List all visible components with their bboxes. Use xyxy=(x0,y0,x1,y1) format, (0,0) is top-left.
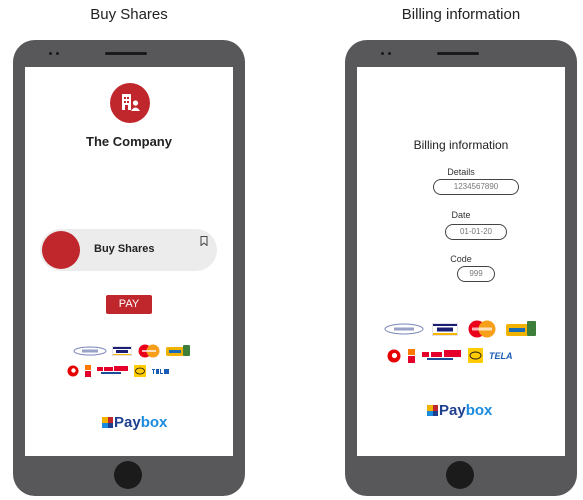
buy-shares-card[interactable]: Buy Shares xyxy=(40,229,217,271)
payment-logos-row-1 xyxy=(73,344,190,358)
visa-logo xyxy=(112,346,132,356)
details-label: Details xyxy=(447,167,475,177)
speaker-slot xyxy=(105,52,147,55)
date-label: Date xyxy=(451,210,471,220)
date-field[interactable]: 01-01-20 xyxy=(445,224,507,240)
orange-logo xyxy=(85,365,91,377)
mtn-logo xyxy=(134,365,146,377)
code-label: Code xyxy=(450,254,472,264)
bookmark-icon[interactable] xyxy=(200,236,208,246)
tela-logo xyxy=(152,369,169,374)
airtel-money-logo xyxy=(384,323,424,335)
paybox-box-text: box xyxy=(140,414,168,431)
buy-shares-avatar xyxy=(42,231,80,269)
airtel-money-logo xyxy=(73,346,107,356)
company-logo xyxy=(110,83,150,123)
camera-dots xyxy=(49,52,59,55)
details-field[interactable]: 1234567890 xyxy=(433,179,519,195)
caption-buy-shares: Buy Shares xyxy=(90,6,168,23)
visa-logo xyxy=(432,322,458,336)
moov-money-logo xyxy=(166,345,190,356)
home-button[interactable] xyxy=(114,461,142,489)
orange-logo xyxy=(408,348,415,363)
payment-logos-row-1 xyxy=(384,320,536,338)
speaker-slot xyxy=(437,52,479,55)
paybox-logo: Pay box xyxy=(102,414,167,431)
payment-logos-row-2: TELA xyxy=(387,348,513,363)
screen-billing-information: Billing information Details 1234567890 D… xyxy=(357,67,565,456)
airtel-tigo-logo xyxy=(422,349,461,360)
paybox-mark-icon xyxy=(102,417,113,428)
phone-billing-information: Billing information Details 1234567890 D… xyxy=(345,40,577,496)
building-user-icon xyxy=(122,94,140,111)
paybox-logo: Pay box xyxy=(427,402,492,419)
mtn-logo xyxy=(468,348,483,363)
home-button[interactable] xyxy=(446,461,474,489)
company-name: The Company xyxy=(86,134,172,149)
code-field[interactable]: 999 xyxy=(457,266,495,282)
pay-button[interactable]: PAY xyxy=(106,295,152,314)
paybox-pay-text: Pay xyxy=(114,414,141,431)
billing-title: Billing information xyxy=(413,138,509,152)
phone-buy-shares: The Company Buy Shares PAY Pay box xyxy=(13,40,245,496)
airtel-tigo-logo xyxy=(97,366,128,374)
moov-money-logo xyxy=(506,321,536,336)
mastercard-logo xyxy=(138,344,160,358)
payment-logos-row-2 xyxy=(67,365,171,377)
mastercard-logo xyxy=(468,320,496,338)
paybox-pay-text: Pay xyxy=(439,402,466,419)
screen-buy-shares: The Company Buy Shares PAY Pay box xyxy=(25,67,233,456)
buy-shares-label: Buy Shares xyxy=(94,243,155,255)
paybox-mark-icon xyxy=(427,405,438,416)
vodafone-logo xyxy=(387,349,401,362)
camera-dots xyxy=(381,52,391,55)
caption-billing-information: Billing information xyxy=(401,6,521,23)
vodafone-logo xyxy=(67,365,79,377)
paybox-box-text: box xyxy=(465,402,493,419)
tela-logo: TELA xyxy=(489,350,513,361)
